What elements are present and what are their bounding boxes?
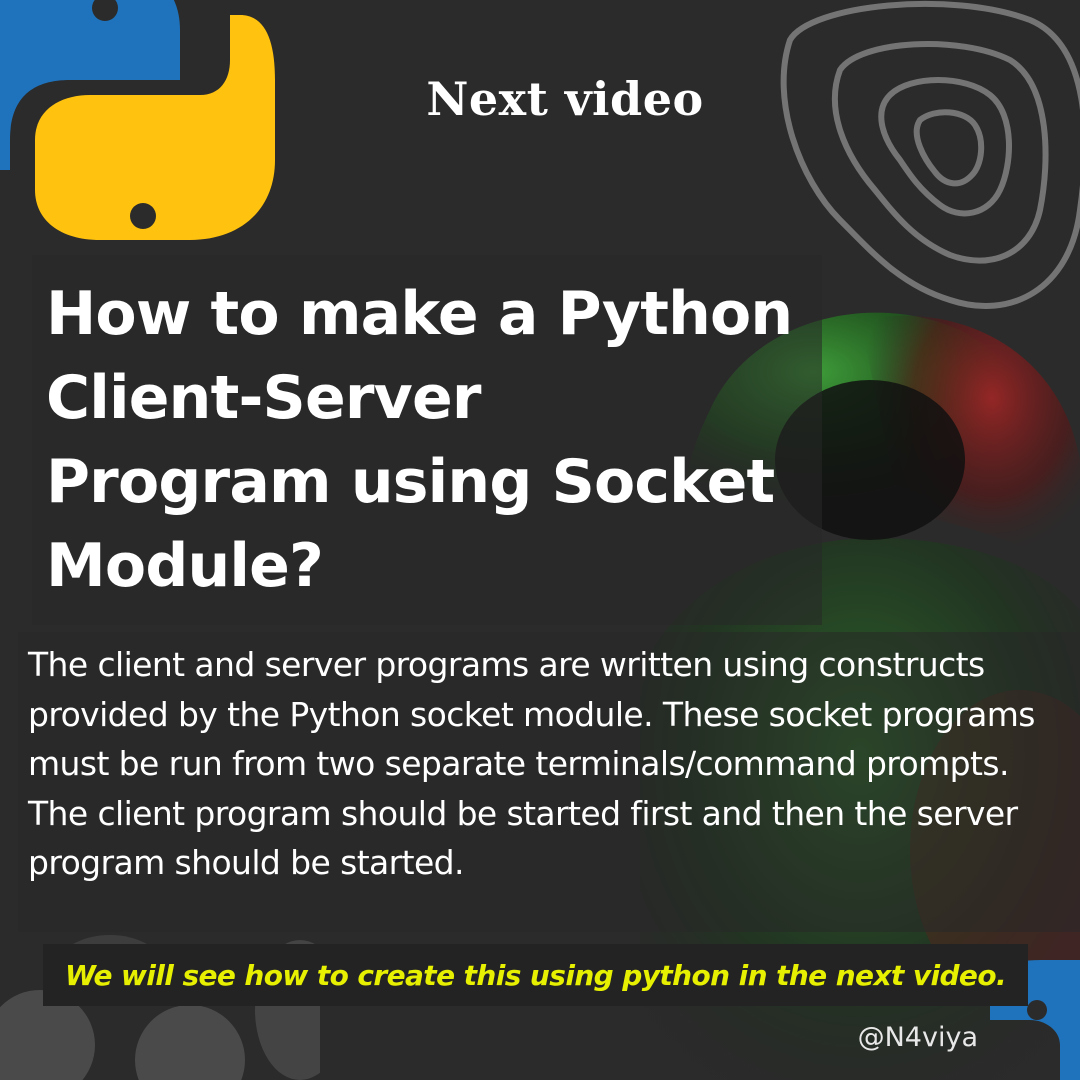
post-canvas: Next video How to make a Python Client-S…	[0, 0, 1080, 1080]
post-title: How to make a Python Client-Server Progr…	[46, 272, 826, 608]
title-line: How to make a Python	[46, 279, 793, 349]
title-line: Module?	[46, 531, 324, 601]
teaser-text: We will see how to create this using pyt…	[65, 958, 1007, 992]
python-logo-icon	[0, 0, 275, 240]
body-paragraph: The client and server programs are writt…	[28, 645, 1036, 882]
title-line: Program using Socket	[46, 447, 775, 517]
author-handle: @N4viya	[857, 1022, 978, 1053]
teaser-banner: We will see how to create this using pyt…	[43, 944, 1028, 1006]
title-line: Client-Server	[46, 363, 481, 433]
next-video-heading: Next video	[426, 72, 704, 126]
